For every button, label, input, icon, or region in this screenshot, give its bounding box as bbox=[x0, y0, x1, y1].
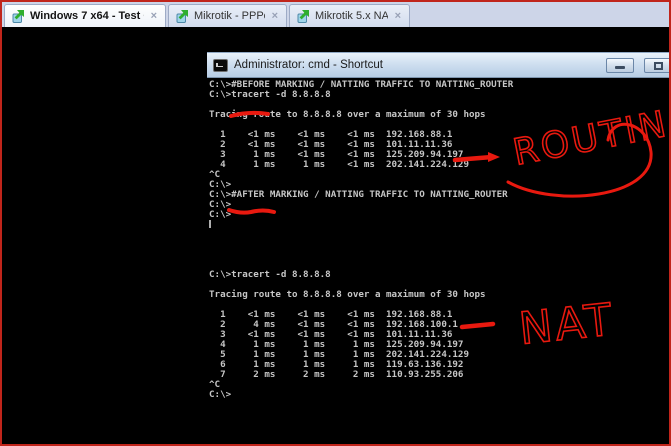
tab-close-icon[interactable]: × bbox=[393, 10, 403, 23]
console-output[interactable]: C:\>#BEFORE MARKING / NATTING TRAFFIC TO… bbox=[207, 78, 671, 444]
tab-windows7-test-client[interactable]: Windows 7 x64 - Test Client × bbox=[4, 4, 166, 27]
vm-icon bbox=[176, 10, 189, 23]
tab-mikrotik-pppoe[interactable]: Mikrotik - PPPoE × bbox=[168, 4, 287, 27]
minimize-button[interactable] bbox=[606, 58, 634, 73]
vm-display[interactable]: Administrator: cmd - Shortcut C:\>#BEFOR… bbox=[2, 27, 669, 444]
tab-mikrotik-natting[interactable]: Mikrotik 5.x NATTING × bbox=[289, 4, 410, 27]
tab-close-icon[interactable]: × bbox=[149, 10, 159, 23]
cmd-window[interactable]: Administrator: cmd - Shortcut C:\>#BEFOR… bbox=[207, 52, 671, 444]
cmd-icon bbox=[213, 59, 228, 72]
vm-icon bbox=[297, 10, 310, 23]
maximize-button[interactable] bbox=[644, 58, 671, 73]
tab-close-icon[interactable]: × bbox=[270, 10, 280, 23]
tab-label: Mikrotik - PPPoE bbox=[194, 10, 265, 22]
tab-label: Windows 7 x64 - Test Client bbox=[30, 10, 144, 22]
window-title: Administrator: cmd - Shortcut bbox=[234, 59, 383, 71]
console-cursor bbox=[209, 220, 211, 228]
cmd-titlebar[interactable]: Administrator: cmd - Shortcut bbox=[207, 52, 671, 78]
tab-bar: Windows 7 x64 - Test Client × Mikrotik -… bbox=[2, 2, 669, 27]
vm-icon bbox=[12, 10, 25, 23]
tab-label: Mikrotik 5.x NATTING bbox=[315, 10, 388, 22]
